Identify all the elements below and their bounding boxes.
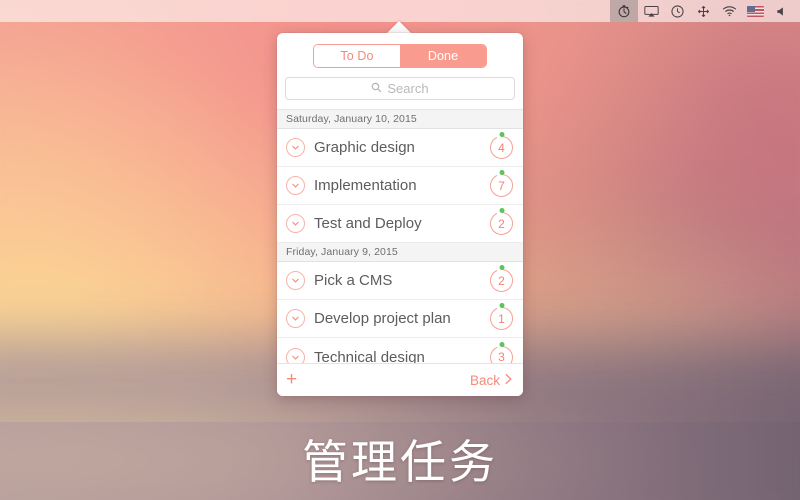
- check-circle-icon[interactable]: [286, 271, 305, 290]
- menubar-item-volume[interactable]: [768, 0, 794, 22]
- menubar-item-airplay[interactable]: [638, 0, 664, 22]
- volume-icon: [776, 6, 787, 17]
- check-circle-icon[interactable]: [286, 309, 305, 328]
- add-task-button[interactable]: +: [286, 370, 297, 391]
- task-title: Pick a CMS: [314, 272, 393, 289]
- tab-done[interactable]: Done: [400, 45, 486, 67]
- menubar-item-input-source[interactable]: [742, 0, 768, 22]
- task-title: Develop project plan: [314, 310, 451, 327]
- segmented-control: To Do Done: [313, 44, 487, 68]
- menubar-item-wifi[interactable]: [716, 0, 742, 22]
- search-field[interactable]: Search: [285, 77, 515, 100]
- task-title: Implementation: [314, 177, 417, 194]
- task-row[interactable]: Develop project plan 1: [277, 300, 523, 338]
- airplay-icon: [643, 5, 659, 18]
- task-popover: To Do Done Search Saturday, January 10, …: [277, 33, 523, 396]
- check-circle-icon[interactable]: [286, 176, 305, 195]
- wifi-icon: [722, 5, 737, 17]
- back-button[interactable]: Back: [470, 373, 513, 388]
- menu-bar: [0, 0, 800, 22]
- caption-text: 管理任务: [302, 435, 498, 489]
- section-header: Friday, January 9, 2015: [277, 243, 523, 262]
- check-circle-icon[interactable]: [286, 214, 305, 233]
- menubar-item-clock[interactable]: [664, 0, 690, 22]
- check-circle-icon[interactable]: [286, 138, 305, 157]
- search-container: Search: [277, 77, 523, 109]
- task-count-badge[interactable]: 2: [490, 208, 513, 235]
- task-row[interactable]: Implementation 7: [277, 167, 523, 205]
- move-arrows-icon: [697, 5, 710, 18]
- search-icon: [371, 80, 382, 98]
- task-count: 7: [498, 178, 505, 193]
- popover-footer: + Back: [277, 363, 523, 396]
- search-placeholder: Search: [387, 81, 429, 96]
- task-list: Saturday, January 10, 2015 Graphic desig…: [277, 109, 523, 363]
- task-row[interactable]: Pick a CMS 2: [277, 262, 523, 300]
- task-count: 2: [498, 216, 505, 231]
- task-count-badge[interactable]: 7: [490, 170, 513, 197]
- menubar-item-timer[interactable]: [610, 0, 638, 22]
- menubar-item-move[interactable]: [690, 0, 716, 22]
- chevron-right-icon: [504, 373, 513, 388]
- segmented-control-container: To Do Done: [277, 33, 523, 77]
- task-count: 4: [498, 140, 505, 155]
- flag-icon: [746, 5, 764, 17]
- task-title: Technical design: [314, 348, 425, 364]
- task-count-badge[interactable]: 4: [490, 132, 513, 159]
- tab-todo[interactable]: To Do: [314, 45, 400, 67]
- task-count: 2: [498, 273, 505, 288]
- task-title: Graphic design: [314, 139, 415, 156]
- timer-icon: [617, 4, 631, 18]
- clock-icon: [670, 4, 684, 18]
- menu-bar-status-items: [610, 0, 800, 22]
- task-count: 1: [498, 311, 505, 326]
- task-count: 3: [498, 350, 505, 363]
- task-row[interactable]: Graphic design 4: [277, 129, 523, 167]
- check-circle-icon[interactable]: [286, 347, 305, 363]
- task-count-badge[interactable]: 1: [490, 303, 513, 330]
- task-count-badge[interactable]: 3: [490, 341, 513, 363]
- screen: To Do Done Search Saturday, January 10, …: [0, 0, 800, 500]
- back-label: Back: [469, 372, 500, 388]
- section-header: Saturday, January 10, 2015: [277, 110, 523, 129]
- task-row[interactable]: Test and Deploy 2: [277, 205, 523, 243]
- task-row[interactable]: Technical design 3: [277, 338, 523, 363]
- task-count-badge[interactable]: 2: [490, 265, 513, 292]
- task-title: Test and Deploy: [314, 215, 422, 232]
